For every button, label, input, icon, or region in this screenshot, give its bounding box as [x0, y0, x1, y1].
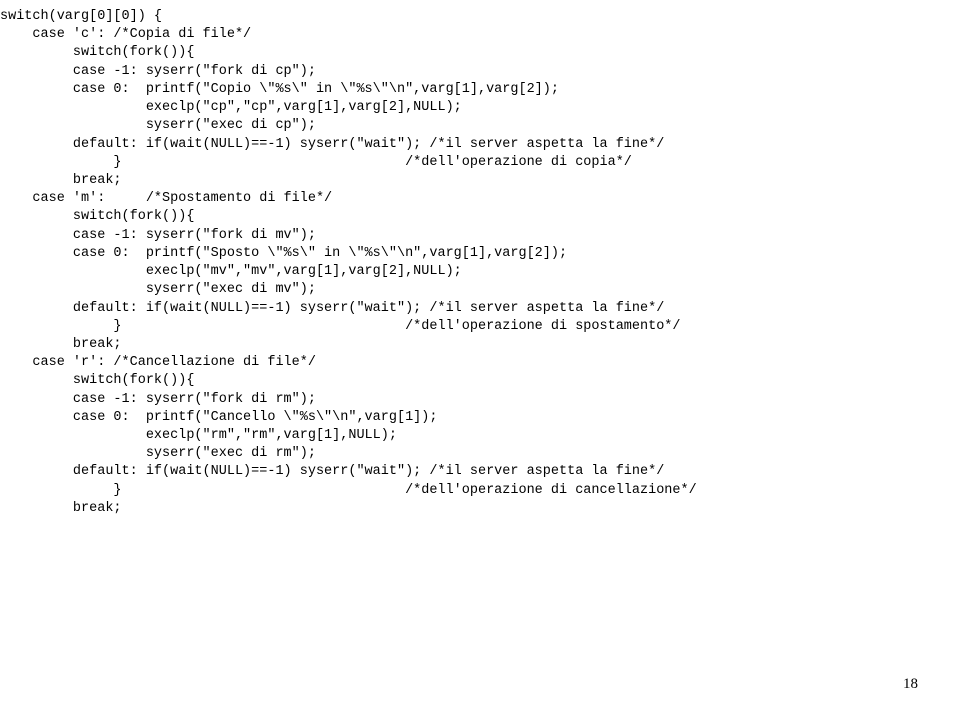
page-number: 18	[903, 674, 918, 694]
code-listing: switch(varg[0][0]) { case 'c': /*Copia d…	[0, 0, 960, 518]
